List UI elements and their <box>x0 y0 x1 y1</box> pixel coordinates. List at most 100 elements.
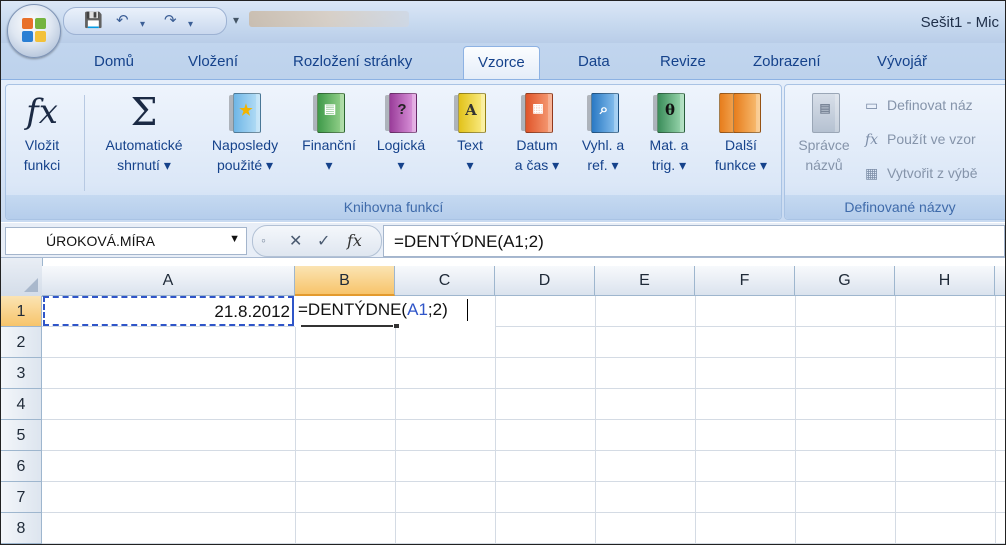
math-trig-button[interactable]: θ Mat. a trig. ▾ <box>638 91 700 175</box>
fx-icon: fx <box>26 92 58 132</box>
window-title: Sešit1 - Mic <box>920 14 999 31</box>
star-book-icon: ★ <box>229 91 261 133</box>
more-label-2: funkce ▾ <box>714 157 768 173</box>
column-header-d[interactable]: D <box>495 266 595 296</box>
formula-input[interactable]: =DENTÝDNE(A1;2) <box>383 225 1005 257</box>
name-box-dropdown-icon[interactable]: ▼ <box>229 233 240 245</box>
formula-text: =DENTÝDNE(A1;2) <box>394 232 544 251</box>
text-label: Text <box>457 137 483 153</box>
row-header-2[interactable]: 2 <box>1 327 42 358</box>
save-icon[interactable]: 💾 <box>84 12 103 30</box>
column-header-partial[interactable] <box>995 266 1005 296</box>
more-functions-button[interactable]: Další funkce ▾ <box>704 91 778 175</box>
financial-button[interactable]: ▤ Finanční ▾ <box>294 91 364 175</box>
column-header-a[interactable]: A <box>42 266 295 296</box>
logical-button[interactable]: ? Logická ▾ <box>368 91 434 175</box>
column-header-c[interactable]: C <box>395 266 495 296</box>
gridline <box>695 296 696 544</box>
fx-small-icon: fx <box>865 132 879 148</box>
insert-function-button[interactable]: fx Vložit funkci <box>12 91 72 175</box>
quick-access-toolbar: 💾 ↶ ▾ ↷ ▾ <box>63 7 227 35</box>
redo-icon[interactable]: ↷ <box>164 12 177 30</box>
customize-qat-icon[interactable]: ▾ <box>233 13 239 27</box>
lookup-reference-button[interactable]: ⌕ Vyhl. a ref. ▾ <box>572 91 634 175</box>
formula-reference-a1: A1 <box>407 300 428 319</box>
enter-icon[interactable]: ✓ <box>317 231 330 251</box>
column-header-b[interactable]: B <box>295 266 395 296</box>
logical-label-2: ▾ <box>397 157 405 173</box>
cell-b1-editing[interactable]: =DENTÝDNE(A1;2) <box>295 296 495 327</box>
cell-a1[interactable]: 21.8.2012 <box>43 296 294 326</box>
tab-vyvojar[interactable]: Vývojář <box>877 53 927 70</box>
more-functions-books-icon <box>719 91 763 133</box>
create-from-selection-button[interactable]: ▦ Vytvořit z výbě <box>865 165 978 182</box>
autosum-label: Automatické <box>105 137 183 153</box>
row-header-1[interactable]: 1 <box>1 296 42 327</box>
name-manager-label-2: názvů <box>805 157 843 173</box>
use-in-formula-button[interactable]: fx Použít ve vzor <box>865 131 976 148</box>
autosum-label-2: shrnutí ▾ <box>117 157 171 173</box>
lookup-label: Vyhl. a <box>581 137 625 153</box>
logical-book-icon: ? <box>385 91 417 133</box>
office-button[interactable] <box>7 4 61 58</box>
select-all-corner[interactable] <box>1 258 43 297</box>
row-header-5[interactable]: 5 <box>1 420 42 451</box>
cell-b1-formula: =DENTÝDNE(A1;2) <box>298 300 448 320</box>
name-manager-button[interactable]: ▤ Správce názvů <box>789 91 859 175</box>
name-box[interactable]: ÚROKOVÁ.MÍRA ▼ <box>5 227 247 255</box>
gridline <box>395 296 396 544</box>
formula-function-part: =DENTÝDNE( <box>298 300 408 319</box>
tab-vlozeni[interactable]: Vložení <box>188 53 238 70</box>
tab-zobrazeni[interactable]: Zobrazení <box>753 53 821 70</box>
tab-vzorce[interactable]: Vzorce <box>463 46 540 81</box>
cell-a1-value: 21.8.2012 <box>214 302 290 321</box>
cancel-icon[interactable]: ✕ <box>289 231 302 251</box>
define-name-button[interactable]: ▭ Definovat náz <box>865 97 973 114</box>
redo-dropdown-icon[interactable]: ▾ <box>188 16 193 34</box>
defined-names-group: ▤ Správce názvů ▭ Definovat náz fx Použít … <box>784 84 1005 220</box>
expand-handle-icon[interactable]: ◦ <box>261 232 266 248</box>
create-from-selection-icon: ▦ <box>865 165 879 181</box>
recently-used-button[interactable]: ★ Naposledy použité ▾ <box>200 91 290 175</box>
math-label: Mat. a <box>649 137 689 153</box>
autosum-button[interactable]: Σ Automatické shrnutí ▾ <box>94 91 194 175</box>
insert-function-fx-icon[interactable]: fx <box>347 231 362 250</box>
column-header-h[interactable]: H <box>895 266 995 296</box>
column-header-g[interactable]: G <box>795 266 895 296</box>
defined-names-label: Definované názvy <box>785 195 1005 219</box>
column-header-f[interactable]: F <box>695 266 795 296</box>
ribbon: fx Vložit funkci Σ Automatické shrnutí ▾… <box>1 79 1005 222</box>
financial-book-icon: ▤ <box>313 91 345 133</box>
name-manager-label: Správce <box>798 137 850 153</box>
worksheet-grid[interactable]: A B C D E F G H 1 2 3 4 5 6 7 8 21.8.201 <box>1 258 1005 544</box>
tab-domu[interactable]: Domů <box>94 53 134 70</box>
insert-function-label: Vložit <box>24 137 60 153</box>
row-header-3[interactable]: 3 <box>1 358 42 389</box>
row-header-6[interactable]: 6 <box>1 451 42 482</box>
tab-revize[interactable]: Revize <box>660 53 706 70</box>
tab-data[interactable]: Data <box>578 53 610 70</box>
gridline <box>42 512 1005 513</box>
datetime-label: Datum <box>516 137 558 153</box>
datetime-label-2: a čas ▾ <box>514 157 560 173</box>
row-header-8[interactable]: 8 <box>1 513 42 544</box>
tab-rozlozeni-stranky[interactable]: Rozložení stránky <box>293 53 412 70</box>
gridline <box>42 543 1005 544</box>
undo-dropdown-icon[interactable]: ▾ <box>140 16 145 34</box>
date-time-button[interactable]: ▦ Datum a čas ▾ <box>506 91 568 175</box>
row-header-7[interactable]: 7 <box>1 482 42 513</box>
use-in-formula-label: Použít ve vzor <box>887 131 976 147</box>
text-caret <box>467 299 468 321</box>
undo-icon[interactable]: ↶ <box>116 12 129 30</box>
excel-window: 💾 ↶ ▾ ↷ ▾ ▾ Sešit1 - Mic Domů Vložení Ro… <box>0 0 1006 545</box>
fill-handle-underline <box>301 324 399 328</box>
gridline <box>42 326 1005 327</box>
row-header-4[interactable]: 4 <box>1 389 42 420</box>
lookup-book-icon: ⌕ <box>587 91 619 133</box>
gridline <box>42 357 1005 358</box>
text-button[interactable]: A Text ▾ <box>440 91 500 175</box>
column-header-e[interactable]: E <box>595 266 695 296</box>
financial-label: Finanční <box>302 137 356 153</box>
insert-function-label-2: funkci <box>23 157 61 173</box>
financial-label-2: ▾ <box>325 157 333 173</box>
